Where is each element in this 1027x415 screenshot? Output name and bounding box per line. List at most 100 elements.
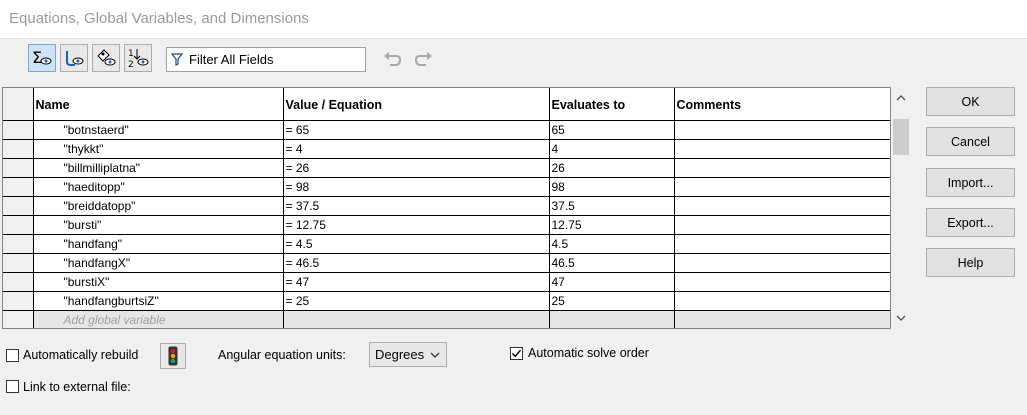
header-corner [3,88,34,121]
cell-evaluates[interactable]: 4 [549,139,675,159]
scroll-up-icon[interactable] [891,89,911,107]
cell-comments[interactable] [674,177,890,197]
row-header[interactable] [3,196,34,216]
rebuild-button[interactable] [160,343,186,369]
cancel-button[interactable]: Cancel [926,127,1015,156]
link-external-checkbox[interactable] [6,380,19,393]
cell-evaluates[interactable]: 25 [549,291,675,311]
cell-comments[interactable] [674,196,890,216]
ordered-view-button[interactable]: 1 2 [124,44,152,72]
cell-comments[interactable] [674,215,890,235]
cell-value[interactable]: = 26 [283,158,550,178]
row-header[interactable] [3,291,34,311]
scroll-down-icon[interactable] [891,309,911,327]
cell-comments[interactable] [674,139,890,159]
filter-field[interactable]: Filter All Fields [166,47,366,72]
table-row[interactable]: "botnstaerd" = 65 65 [3,120,890,140]
cell-name[interactable]: "botnstaerd" [33,120,284,140]
cell-name[interactable]: "handfangburtsiZ" [33,291,284,311]
export-button[interactable]: Export... [926,208,1015,237]
cell-comments[interactable] [674,234,890,254]
cell-evaluates[interactable]: 98 [549,177,675,197]
angular-units-select[interactable]: Degrees [369,342,447,367]
column-header-name[interactable]: Name [33,88,284,121]
row-header[interactable] [3,158,34,178]
cell-comments[interactable] [674,158,890,178]
cell-evaluates[interactable]: 47 [549,272,675,292]
ok-button[interactable]: OK [926,87,1015,116]
cell-value[interactable]: = 65 [283,120,550,140]
table-row[interactable]: "handfang" = 4.5 4.5 [3,234,890,254]
cell-name[interactable]: "billmilliplatna" [33,158,284,178]
row-header[interactable] [3,139,34,159]
cell-name[interactable]: "handfang" [33,234,284,254]
add-variable-row[interactable]: Add global variable [3,310,890,328]
cell-evaluates[interactable]: 46.5 [549,253,675,273]
add-global-variable-cell[interactable]: Add global variable [33,310,284,328]
checkmark-icon [511,349,522,358]
cell-comments[interactable] [674,272,890,292]
scroll-thumb[interactable] [893,119,909,155]
cell-evaluates[interactable]: 4.5 [549,234,675,254]
cell-name[interactable]: "haeditopp" [33,177,284,197]
table-row[interactable]: "handfangburtsiZ" = 25 25 [3,291,890,311]
filter-icon [171,53,183,66]
table-row[interactable]: "handfangX" = 46.5 46.5 [3,253,890,273]
table-row[interactable]: "thykkt" = 44 [3,139,890,159]
help-button[interactable]: Help [926,248,1015,277]
table-row[interactable]: "billmilliplatna" = 26 26 [3,158,890,178]
cell-evaluates[interactable]: 37.5 [549,196,675,216]
cell-value[interactable]: = 12.75 [283,215,550,235]
equation-view-button[interactable]: Σ [28,44,56,72]
auto-solve-checkbox[interactable] [510,347,523,360]
sketch-equation-view-icon [66,51,84,66]
cell-name[interactable]: "bursti" [33,215,284,235]
table-row[interactable]: "burstiX" = 47 47 [3,272,890,292]
row-header[interactable] [3,215,34,235]
filter-text: Filter All Fields [189,52,274,67]
cell-comments[interactable] [674,120,890,140]
redo-button[interactable] [412,48,436,70]
auto-rebuild-checkbox[interactable] [6,349,19,362]
undo-button[interactable] [380,48,404,70]
dimension-view-button[interactable] [92,44,120,72]
column-header-value[interactable]: Value / Equation [283,88,550,121]
cell-name[interactable]: "breiddatopp" [33,196,284,216]
table-row[interactable]: "bursti" = 12.75 12.75 [3,215,890,235]
cell-comments[interactable] [674,310,890,328]
cell-value[interactable]: = 37.5 [283,196,550,216]
row-header[interactable] [3,177,34,197]
table-row[interactable]: "breiddatopp" = 37.5 37.5 [3,196,890,216]
row-header[interactable] [3,272,34,292]
cell-evaluates[interactable]: 65 [549,120,675,140]
cell-comments[interactable] [674,253,890,273]
cell-value[interactable]: = 4 [283,139,550,159]
cell-value[interactable]: = 4.5 [283,234,550,254]
cell-value[interactable]: = 47 [283,272,550,292]
table-row[interactable]: "haeditopp" = 98 98 [3,177,890,197]
column-header-evaluates[interactable]: Evaluates to [549,88,675,121]
cell-evaluates[interactable] [549,310,675,328]
cell-value[interactable]: = 25 [283,291,550,311]
redo-icon [414,52,432,66]
cell-value[interactable]: = 98 [283,177,550,197]
cell-evaluates[interactable]: 26 [549,158,675,178]
import-button[interactable]: Import... [926,168,1015,197]
sketch-equation-view-button[interactable] [60,44,88,72]
row-header[interactable] [3,310,34,328]
row-header[interactable] [3,234,34,254]
cell-name[interactable]: "handfangX" [33,253,284,273]
cell-name[interactable]: "burstiX" [33,272,284,292]
grid-vertical-scrollbar[interactable] [891,87,911,329]
cell-comments[interactable] [674,291,890,311]
row-header[interactable] [3,120,34,140]
cell-value[interactable]: = 46.5 [283,253,550,273]
equations-grid: Name Value / Equation Evaluates to Comme… [2,87,891,329]
cell-evaluates[interactable]: 12.75 [549,215,675,235]
column-header-comments[interactable]: Comments [674,88,890,121]
cell-value[interactable] [283,310,550,328]
auto-rebuild-label: Automatically rebuild [23,348,139,362]
row-header[interactable] [3,253,34,273]
cell-name[interactable]: "thykkt" [33,139,284,159]
traffic-light-icon [168,346,178,366]
